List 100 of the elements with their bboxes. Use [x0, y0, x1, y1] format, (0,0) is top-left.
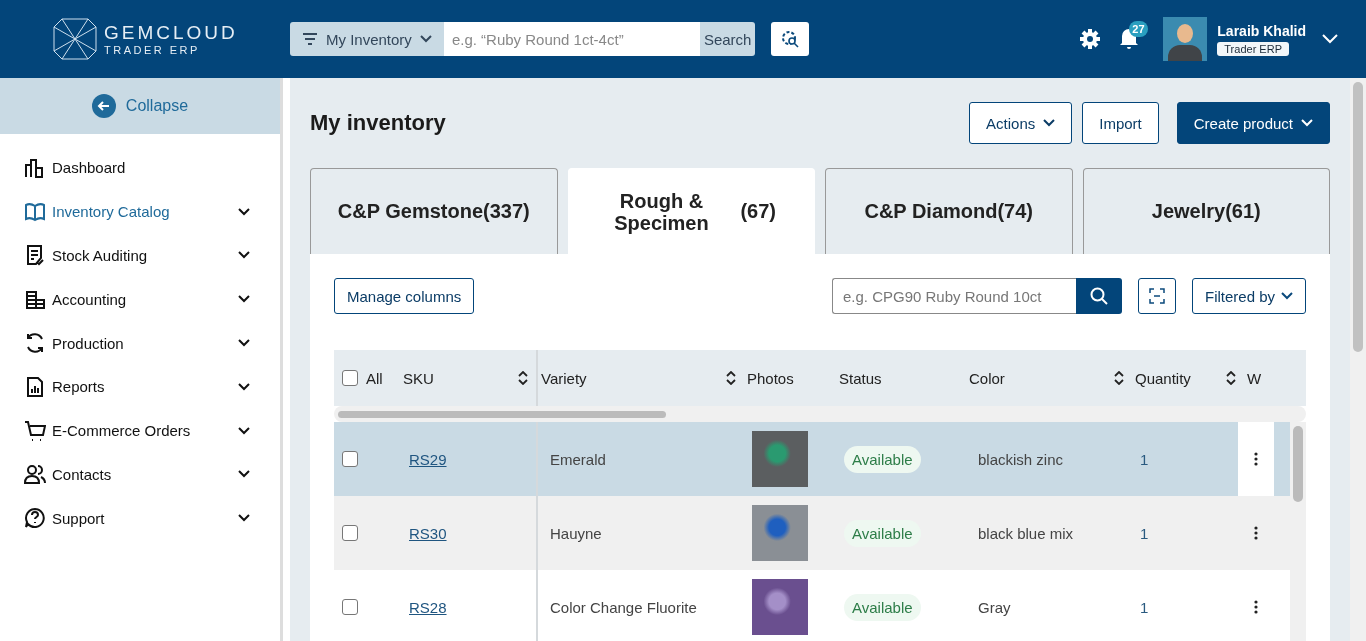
chevron-down-icon: [419, 35, 432, 43]
sidebar-item[interactable]: Accounting: [0, 277, 280, 322]
menu-item-icon: [24, 288, 46, 311]
sidebar-item[interactable]: Stock Auditing: [0, 233, 280, 278]
chevron-down-icon: [238, 207, 250, 216]
sidebar-item[interactable]: Dashboard: [0, 146, 280, 190]
chevron-down-icon[interactable]: [1322, 34, 1338, 44]
scan-button[interactable]: [1137, 278, 1176, 314]
actions-dropdown[interactable]: Actions: [969, 102, 1073, 144]
status-badge: Available: [844, 519, 921, 547]
chevron-down-icon: [238, 470, 250, 479]
column-header[interactable]: Status: [839, 369, 958, 387]
settings-icon[interactable]: [1079, 28, 1102, 50]
sidebar-item[interactable]: Contacts: [0, 452, 280, 497]
menu-item-icon: [24, 332, 46, 355]
table-cell-text: Gray: [977, 598, 1011, 616]
select-all-checkbox[interactable]: [342, 370, 358, 386]
category-tab[interactable]: Rough & Specimen (67): [567, 168, 815, 254]
category-tab[interactable]: C&P Diamond(74): [825, 168, 1073, 254]
advanced-search-button[interactable]: [771, 22, 810, 56]
table-row[interactable]: RS29 Emerald Available blackish zinc 1: [334, 422, 1290, 496]
table-cell-text: black blue mix: [977, 524, 1074, 542]
photo-placeholder: [752, 579, 808, 635]
column-header[interactable]: W: [1247, 369, 1298, 387]
sku-link[interactable]: RS28: [408, 598, 447, 616]
column-header: All: [366, 369, 384, 387]
sku-link[interactable]: RS30: [408, 524, 447, 542]
sort-icon[interactable]: [1226, 371, 1236, 385]
sidebar-item[interactable]: E-Commerce Orders: [0, 408, 280, 453]
table-cell-text: blackish zinc: [977, 450, 1064, 468]
table-cell-text: Emerald: [549, 450, 606, 468]
scan-icon: [1148, 288, 1165, 304]
sku-link[interactable]: RS29: [408, 450, 447, 468]
search-button[interactable]: Search: [699, 22, 756, 56]
category-tab[interactable]: C&P Gemstone(337): [310, 168, 558, 254]
table-cell-text: Hauyne: [549, 524, 602, 542]
sidebar-item[interactable]: Inventory Catalog: [0, 189, 280, 234]
gem-logo-icon: [52, 16, 98, 62]
menu-item-icon: [24, 375, 46, 398]
filter-icon: [302, 33, 318, 45]
global-search-field[interactable]: e.g. “Ruby Round 1ct-4ct”: [443, 22, 700, 56]
chevron-down-icon: [1043, 119, 1056, 127]
table-row[interactable]: RS30 Hauyne Available black blue mix 1: [334, 496, 1290, 570]
chevron-down-icon: [1301, 119, 1313, 127]
menu-item-icon: [24, 156, 46, 179]
collapse-button[interactable]: Collapse: [0, 78, 280, 134]
gear-search-icon: [780, 29, 801, 49]
manage-columns-button[interactable]: Manage columns: [334, 278, 475, 314]
filter-dropdown[interactable]: Filtered by: [1191, 278, 1306, 314]
sort-icon[interactable]: [1114, 371, 1124, 385]
chevron-down-icon: [1281, 292, 1293, 300]
chevron-down-icon: [238, 339, 250, 348]
scrollbar-thumb[interactable]: [338, 410, 666, 418]
menu-item-icon: [24, 419, 46, 442]
chevron-down-icon: [238, 514, 250, 523]
menu-item-icon: [24, 200, 46, 223]
menu-item-icon: [24, 507, 46, 530]
column-header[interactable]: Quantity: [1135, 369, 1218, 387]
chevron-down-icon: [238, 426, 250, 435]
sort-icon[interactable]: [518, 371, 528, 385]
sidebar-item[interactable]: Reports: [0, 365, 280, 409]
page-title: My inventory: [310, 110, 446, 136]
chevron-down-icon: [238, 295, 250, 304]
arrow-left-icon: [91, 94, 116, 118]
more-options-icon[interactable]: [1254, 526, 1258, 540]
chevron-down-icon: [238, 251, 250, 260]
status-badge: Available: [844, 445, 921, 473]
search-icon: [1089, 287, 1108, 305]
create-product-button[interactable]: Create product: [1176, 102, 1330, 144]
import-button[interactable]: Import: [1082, 102, 1159, 144]
column-header[interactable]: Color: [969, 369, 1106, 387]
row-checkbox[interactable]: [342, 451, 358, 467]
chevron-down-icon: [238, 382, 250, 391]
search-button[interactable]: [1075, 278, 1122, 314]
table-cell: 1: [1140, 524, 1149, 542]
column-header[interactable]: Photos: [747, 369, 828, 387]
logo-subtitle: TRADER ERP: [104, 44, 201, 56]
column-header[interactable]: SKU: [403, 369, 510, 387]
menu-item-icon: [24, 244, 46, 267]
column-header[interactable]: Variety: [541, 369, 718, 387]
table-cell: 1: [1140, 598, 1149, 616]
category-tab[interactable]: Jewelry(61): [1082, 168, 1330, 254]
scrollbar-thumb[interactable]: [1293, 426, 1303, 502]
search-scope-dropdown[interactable]: My Inventory: [290, 22, 444, 56]
row-checkbox[interactable]: [342, 525, 358, 541]
sidebar-item[interactable]: Production: [0, 321, 280, 365]
scrollbar-thumb[interactable]: [1353, 82, 1363, 352]
photo-placeholder: [752, 505, 808, 561]
product-search-field[interactable]: e.g. CPG90 Ruby Round 10ct: [831, 278, 1076, 314]
avatar-silhouette[interactable]: [1163, 17, 1208, 61]
logo-name: GEMCLOUD: [104, 22, 238, 44]
user-name: Laraib Khalid: [1217, 22, 1306, 39]
table-cell: 1: [1140, 450, 1149, 468]
sidebar-item[interactable]: Support: [0, 496, 280, 541]
row-checkbox[interactable]: [342, 599, 358, 615]
sort-icon[interactable]: [726, 371, 736, 385]
more-options-icon[interactable]: [1254, 600, 1258, 614]
more-options-icon[interactable]: [1254, 452, 1258, 466]
user-role-tag: Trader ERP: [1217, 41, 1289, 56]
notification-count: 27: [1129, 21, 1148, 37]
